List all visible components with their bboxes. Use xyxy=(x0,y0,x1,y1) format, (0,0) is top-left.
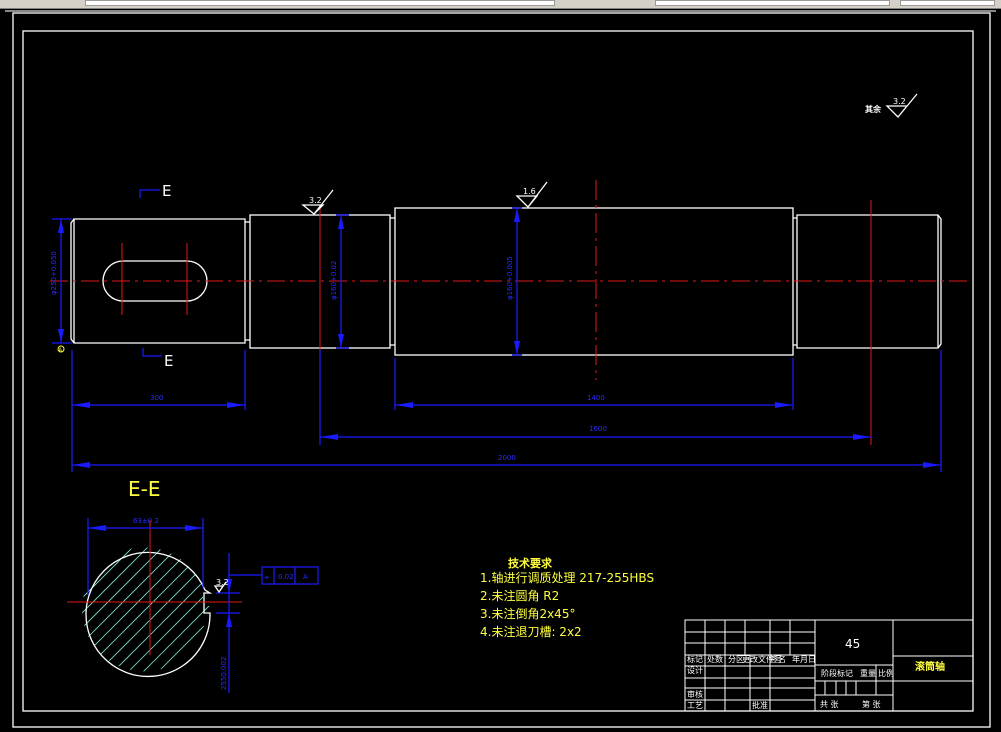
section-marker-bottom: E xyxy=(142,348,173,370)
svg-text:阶段标记: 阶段标记 xyxy=(821,668,853,678)
svg-text:技术要求: 技术要求 xyxy=(508,556,553,570)
svg-text:E: E xyxy=(164,352,173,370)
svg-text:2550.002: 2550.002 xyxy=(220,657,228,690)
roughness-symbol: 3.2 1.6 3.2 其余 xyxy=(301,93,918,215)
svg-text:1600: 1600 xyxy=(589,425,607,433)
svg-text:处数: 处数 xyxy=(707,654,723,664)
section-view: E-E 63±0.2 2550.002 3.2 ⌯ 0.02 A xyxy=(67,477,319,693)
svg-text:3.2: 3.2 xyxy=(309,196,322,205)
svg-text:1.6: 1.6 xyxy=(523,187,536,196)
cad-drawing: E E 3.2 1.6 3.2 其余 φ250+0.050 A φ160+0.0… xyxy=(12,12,991,728)
svg-text:3.未注倒角2x45°: 3.未注倒角2x45° xyxy=(480,606,575,621)
svg-text:3.2: 3.2 xyxy=(216,578,229,587)
svg-text:A: A xyxy=(59,348,63,354)
svg-text:审核: 审核 xyxy=(687,689,703,699)
tolerance-frame: ⌯ 0.02 A xyxy=(261,566,319,585)
title-block-text: 45 滚筒轴 标记 处数 分区 更改文件号 签名 年月日 设计 审核 工艺 批准… xyxy=(687,637,945,710)
svg-text:年月日: 年月日 xyxy=(792,654,816,664)
svg-text:63±0.2: 63±0.2 xyxy=(133,517,159,525)
svg-text:0.02: 0.02 xyxy=(278,573,294,581)
svg-text:φ250+0.050: φ250+0.050 xyxy=(50,251,58,295)
svg-text:E-E: E-E xyxy=(128,477,161,501)
svg-text:4.未注退刀槽: 2x2: 4.未注退刀槽: 2x2 xyxy=(480,624,582,639)
svg-text:3.2: 3.2 xyxy=(893,97,906,106)
svg-text:标记: 标记 xyxy=(687,654,703,664)
tech-requirements: 技术要求 1.轴进行调质处理 217-255HBS 2.未注圆角 R2 3.未注… xyxy=(480,556,654,639)
svg-text:比例: 比例 xyxy=(878,668,894,678)
dimensions: φ250+0.050 A φ160+0.02 φ160+0.005 300 14… xyxy=(50,207,942,472)
svg-text:2000: 2000 xyxy=(498,454,516,462)
svg-text:其余: 其余 xyxy=(865,104,882,114)
svg-text:共 张: 共 张 xyxy=(820,700,839,709)
svg-text:重量: 重量 xyxy=(860,668,876,678)
svg-text:第 张: 第 张 xyxy=(862,699,881,709)
svg-text:滚筒轴: 滚筒轴 xyxy=(915,660,945,673)
svg-text:E: E xyxy=(162,182,171,200)
svg-text:⌯: ⌯ xyxy=(264,573,270,581)
svg-text:φ160+0.005: φ160+0.005 xyxy=(506,256,514,300)
svg-text:φ160+0.02: φ160+0.02 xyxy=(330,261,338,300)
svg-text:1.轴进行调质处理 217-255HBS: 1.轴进行调质处理 217-255HBS xyxy=(480,570,654,585)
svg-text:1400: 1400 xyxy=(587,394,605,402)
svg-text:2.未注圆角 R2: 2.未注圆角 R2 xyxy=(480,588,559,603)
svg-text:签名: 签名 xyxy=(770,654,786,664)
svg-text:A: A xyxy=(303,573,308,581)
section-marker-top: E xyxy=(139,182,171,200)
svg-text:45: 45 xyxy=(845,637,860,651)
svg-text:设计: 设计 xyxy=(687,665,703,675)
svg-text:工艺: 工艺 xyxy=(687,701,703,710)
svg-text:300: 300 xyxy=(150,394,163,402)
svg-text:批准: 批准 xyxy=(752,700,768,710)
